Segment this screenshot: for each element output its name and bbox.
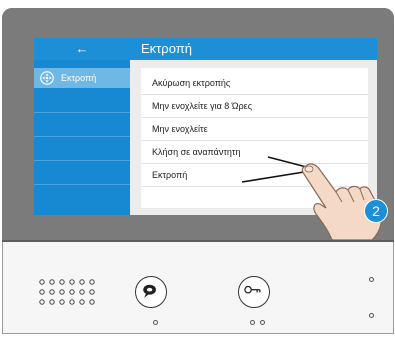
menu-item-dnd-8-hours[interactable]: Μην ενοχλείτε για 8 Ώρες [141, 95, 368, 118]
indicator-led [369, 313, 374, 318]
sidebar: Εκτροπή [34, 60, 130, 215]
indicator-led [369, 277, 374, 282]
back-button[interactable]: ← [34, 38, 130, 60]
page-title: Εκτροπή [141, 41, 192, 56]
step-badge: 2 [364, 199, 388, 223]
unlock-button[interactable] [238, 276, 270, 308]
status-led [260, 320, 265, 325]
sidebar-item-label: Εκτροπή [61, 73, 97, 83]
sidebar-divider [34, 160, 130, 161]
status-led [153, 320, 158, 325]
speech-bubble-icon [143, 284, 156, 298]
speaker-grille-icon [39, 279, 95, 305]
sidebar-divider [34, 112, 130, 113]
sidebar-divider [34, 184, 130, 185]
talk-button[interactable] [135, 276, 167, 308]
pointing-hand-icon [301, 163, 382, 240]
dpad-icon [40, 71, 54, 85]
status-led [250, 320, 255, 325]
sidebar-item-divert[interactable]: Εκτροπή [34, 68, 130, 88]
key-icon [244, 285, 261, 294]
top-bar: ← Εκτροπή [34, 38, 377, 60]
menu-item-dnd[interactable]: Μην ενοχλείτε [141, 118, 368, 141]
menu-item-cancel-divert[interactable]: Ακύρωση εκτροπής [141, 72, 368, 95]
sidebar-divider [34, 136, 130, 137]
panel-divider [2, 240, 394, 242]
